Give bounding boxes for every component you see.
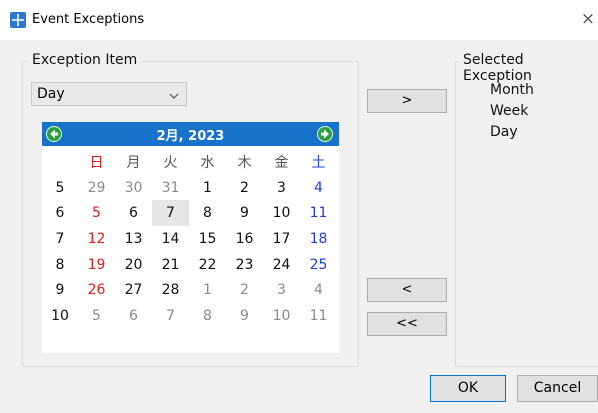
calendar-day[interactable]: 5 bbox=[78, 200, 115, 226]
calendar-day[interactable]: 27 bbox=[115, 277, 152, 303]
app-icon bbox=[10, 12, 26, 28]
selected-exception-item[interactable]: Day bbox=[490, 124, 534, 145]
week-number: 6 bbox=[55, 205, 65, 222]
calendar-header: 2月, 2023 bbox=[42, 122, 339, 146]
calendar-day[interactable]: 20 bbox=[115, 252, 152, 278]
calendar-day[interactable]: 18 bbox=[300, 226, 337, 252]
calendar-day[interactable]: 11 bbox=[300, 303, 337, 329]
weekday-header: 木 bbox=[237, 154, 252, 171]
remove-exception-button[interactable]: < bbox=[367, 278, 447, 302]
calendar-day[interactable]: 25 bbox=[300, 252, 337, 278]
calendar-day[interactable]: 28 bbox=[152, 277, 189, 303]
week-number: 7 bbox=[55, 230, 65, 247]
calendar-day[interactable]: 2 bbox=[226, 277, 263, 303]
weekday-header: 月 bbox=[126, 154, 141, 171]
calendar-day[interactable]: 1 bbox=[189, 277, 226, 303]
calendar-day[interactable]: 21 bbox=[152, 252, 189, 278]
exception-item-title: Exception Item bbox=[28, 52, 142, 68]
arrow-right-icon bbox=[321, 129, 329, 139]
weekday-header: 水 bbox=[200, 154, 215, 171]
week-number: 10 bbox=[51, 307, 69, 324]
dropdown-value: Day bbox=[37, 86, 65, 102]
week-number: 8 bbox=[55, 256, 65, 273]
calendar-day[interactable]: 5 bbox=[78, 303, 115, 329]
close-button[interactable]: × bbox=[578, 6, 598, 32]
title-bar: Event Exceptions × bbox=[0, 0, 598, 40]
calendar-day[interactable]: 9 bbox=[226, 303, 263, 329]
calendar-day[interactable]: 10 bbox=[263, 303, 300, 329]
calendar-day[interactable]: 11 bbox=[300, 200, 337, 226]
add-exception-button[interactable]: > bbox=[367, 89, 447, 113]
calendar-day[interactable]: 13 bbox=[115, 226, 152, 252]
calendar-day[interactable]: 6 bbox=[115, 303, 152, 329]
calendar-day[interactable]: 8 bbox=[189, 303, 226, 329]
calendar-day[interactable]: 6 bbox=[115, 200, 152, 226]
calendar-day[interactable]: 1 bbox=[189, 175, 226, 201]
window-title: Event Exceptions bbox=[32, 12, 145, 27]
calendar-day[interactable]: 10 bbox=[263, 200, 300, 226]
calendar-day[interactable]: 7 bbox=[152, 200, 189, 227]
calendar-day[interactable]: 9 bbox=[226, 200, 263, 226]
exception-type-dropdown[interactable]: Day bbox=[31, 82, 187, 106]
remove-all-exceptions-button[interactable]: << bbox=[367, 312, 447, 336]
weekday-header: 火 bbox=[163, 154, 178, 171]
calendar-day[interactable]: 2 bbox=[226, 175, 263, 201]
calendar-day[interactable]: 4 bbox=[300, 277, 337, 303]
calendar-day[interactable]: 15 bbox=[189, 226, 226, 252]
calendar-day[interactable]: 19 bbox=[78, 252, 115, 278]
next-month-button[interactable] bbox=[317, 126, 333, 142]
calendar-day[interactable]: 30 bbox=[115, 175, 152, 201]
selected-exception-list[interactable]: Month Week Day bbox=[490, 82, 534, 145]
calendar-day[interactable]: 31 bbox=[152, 175, 189, 201]
calendar-day[interactable]: 14 bbox=[152, 226, 189, 252]
chevron-down-icon bbox=[169, 89, 179, 104]
weekday-header: 日 bbox=[89, 154, 104, 171]
calendar-day[interactable]: 24 bbox=[263, 252, 300, 278]
selected-exception-item[interactable]: Month bbox=[490, 82, 534, 103]
cancel-button[interactable]: Cancel bbox=[517, 375, 598, 402]
calendar-day[interactable]: 8 bbox=[189, 200, 226, 226]
calendar-day[interactable]: 26 bbox=[78, 277, 115, 303]
calendar-day[interactable]: 16 bbox=[226, 226, 263, 252]
calendar-day[interactable]: 4 bbox=[300, 175, 337, 201]
selected-exception-item[interactable]: Week bbox=[490, 103, 534, 124]
calendar-day[interactable]: 22 bbox=[189, 252, 226, 278]
weekday-header: 金 bbox=[274, 154, 289, 171]
calendar-day[interactable]: 12 bbox=[78, 226, 115, 252]
week-number: 9 bbox=[55, 282, 65, 299]
calendar-title: 2月, 2023 bbox=[156, 129, 225, 144]
selected-exception-title: Selected Exception bbox=[459, 52, 598, 84]
calendar-day[interactable]: 23 bbox=[226, 252, 263, 278]
calendar-day[interactable]: 3 bbox=[263, 277, 300, 303]
ok-button[interactable]: OK bbox=[430, 375, 506, 402]
calendar-grid: 日月火水木金土 5 29 30 31 1 2 3 4 6 5 6 7 8 9 10 11 7 12 13 14 15 16 1… bbox=[42, 149, 339, 329]
weekday-header: 土 bbox=[311, 154, 326, 171]
calendar-day[interactable]: 3 bbox=[263, 175, 300, 201]
calendar-day[interactable]: 7 bbox=[152, 303, 189, 329]
calendar: 2月, 2023 日月火水木金土 5 29 30 31 1 2 3 4 6 5 6 7 8 9 10 11 7 12… bbox=[42, 122, 339, 353]
calendar-day[interactable]: 29 bbox=[78, 175, 115, 201]
calendar-day[interactable]: 17 bbox=[263, 226, 300, 252]
week-number: 5 bbox=[55, 179, 65, 196]
week-number-header bbox=[42, 149, 78, 175]
